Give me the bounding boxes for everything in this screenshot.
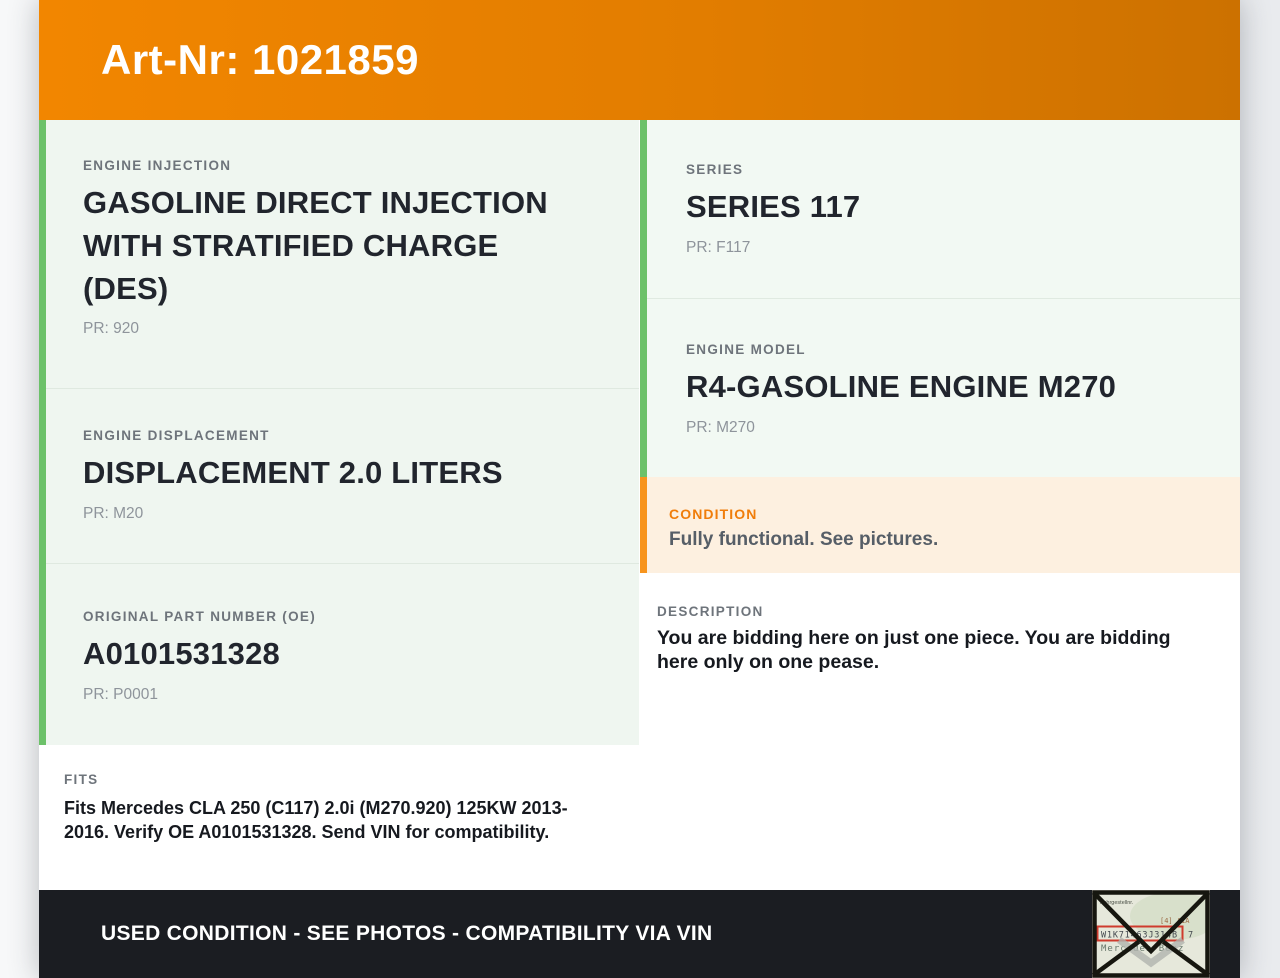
description-text: You are bidding here on just one piece. … xyxy=(657,627,1171,673)
engine-displacement-value: DISPLACEMENT 2.0 LITERS xyxy=(83,455,503,490)
series-value: SERIES 117 xyxy=(686,189,861,224)
engine-injection-pr-code: PR: 920 xyxy=(83,320,140,338)
description-label: DESCRIPTION xyxy=(657,604,764,619)
footer-banner: USED CONDITION - SEE PHOTOS - COMPATIBIL… xyxy=(39,890,1240,978)
engine-displacement-card: ENGINE DISPLACEMENT DISPLACEMENT 2.0 LIT… xyxy=(39,388,639,563)
fits-section: FITS Fits Mercedes CLA 250 (C117) 2.0i (… xyxy=(39,745,639,890)
engine-displacement-pr-code: PR: M20 xyxy=(83,504,144,522)
condition-text: Fully functional. See pictures. xyxy=(669,529,939,550)
fits-text: Fits Mercedes CLA 250 (C117) 2.0i (M270.… xyxy=(64,798,568,843)
series-pr-code: PR: F117 xyxy=(686,238,751,256)
footer-banner-text: USED CONDITION - SEE PHOTOS - COMPATIBIL… xyxy=(101,922,713,945)
engine-injection-value: GASOLINE DIRECT INJECTION WITH STRATIFIE… xyxy=(83,185,548,306)
condition-card: CONDITION Fully functional. See pictures… xyxy=(640,477,1240,573)
original-part-number-pr-code: PR: P0001 xyxy=(83,685,158,703)
fits-label: FITS xyxy=(64,772,99,787)
engine-model-card: ENGINE MODEL R4-GASOLINE ENGINE M270 PR:… xyxy=(640,298,1240,477)
registration-document-photo: Fahrgestellnr. [4] AiA W1K71463J314B 7 M… xyxy=(1092,890,1210,978)
engine-injection-label: ENGINE INJECTION xyxy=(83,158,232,173)
engine-model-label: ENGINE MODEL xyxy=(686,342,806,357)
engine-model-pr-code: PR: M270 xyxy=(686,418,755,436)
right-column: SERIES SERIES 117 PR: F117 ENGINE MODEL … xyxy=(640,120,1240,890)
engine-model-value: R4-GASOLINE ENGINE M270 xyxy=(686,369,1117,404)
article-number-title: Art-Nr: 1021859 xyxy=(101,36,419,83)
vin-suffix-text: 7 xyxy=(1188,931,1193,941)
main-content: ENGINE INJECTION GASOLINE DIRECT INJECTI… xyxy=(39,120,1240,890)
listing-page: Art-Nr: 1021859 ENGINE INJECTION GASOLIN… xyxy=(39,0,1240,978)
original-part-number-label: ORIGINAL PART NUMBER (OE) xyxy=(83,609,316,624)
series-card: SERIES SERIES 117 PR: F117 xyxy=(640,120,1240,298)
series-label: SERIES xyxy=(686,162,744,177)
description-section: DESCRIPTION You are bidding here on just… xyxy=(640,573,1240,890)
engine-displacement-label: ENGINE DISPLACEMENT xyxy=(83,428,270,443)
original-part-number-card: ORIGINAL PART NUMBER (OE) A0101531328 PR… xyxy=(39,563,639,745)
page-header: Art-Nr: 1021859 xyxy=(39,0,1240,120)
condition-label: CONDITION xyxy=(669,506,758,522)
engine-injection-card: ENGINE INJECTION GASOLINE DIRECT INJECTI… xyxy=(39,120,639,388)
left-column: ENGINE INJECTION GASOLINE DIRECT INJECTI… xyxy=(39,120,640,890)
original-part-number-value: A0101531328 xyxy=(83,636,280,671)
